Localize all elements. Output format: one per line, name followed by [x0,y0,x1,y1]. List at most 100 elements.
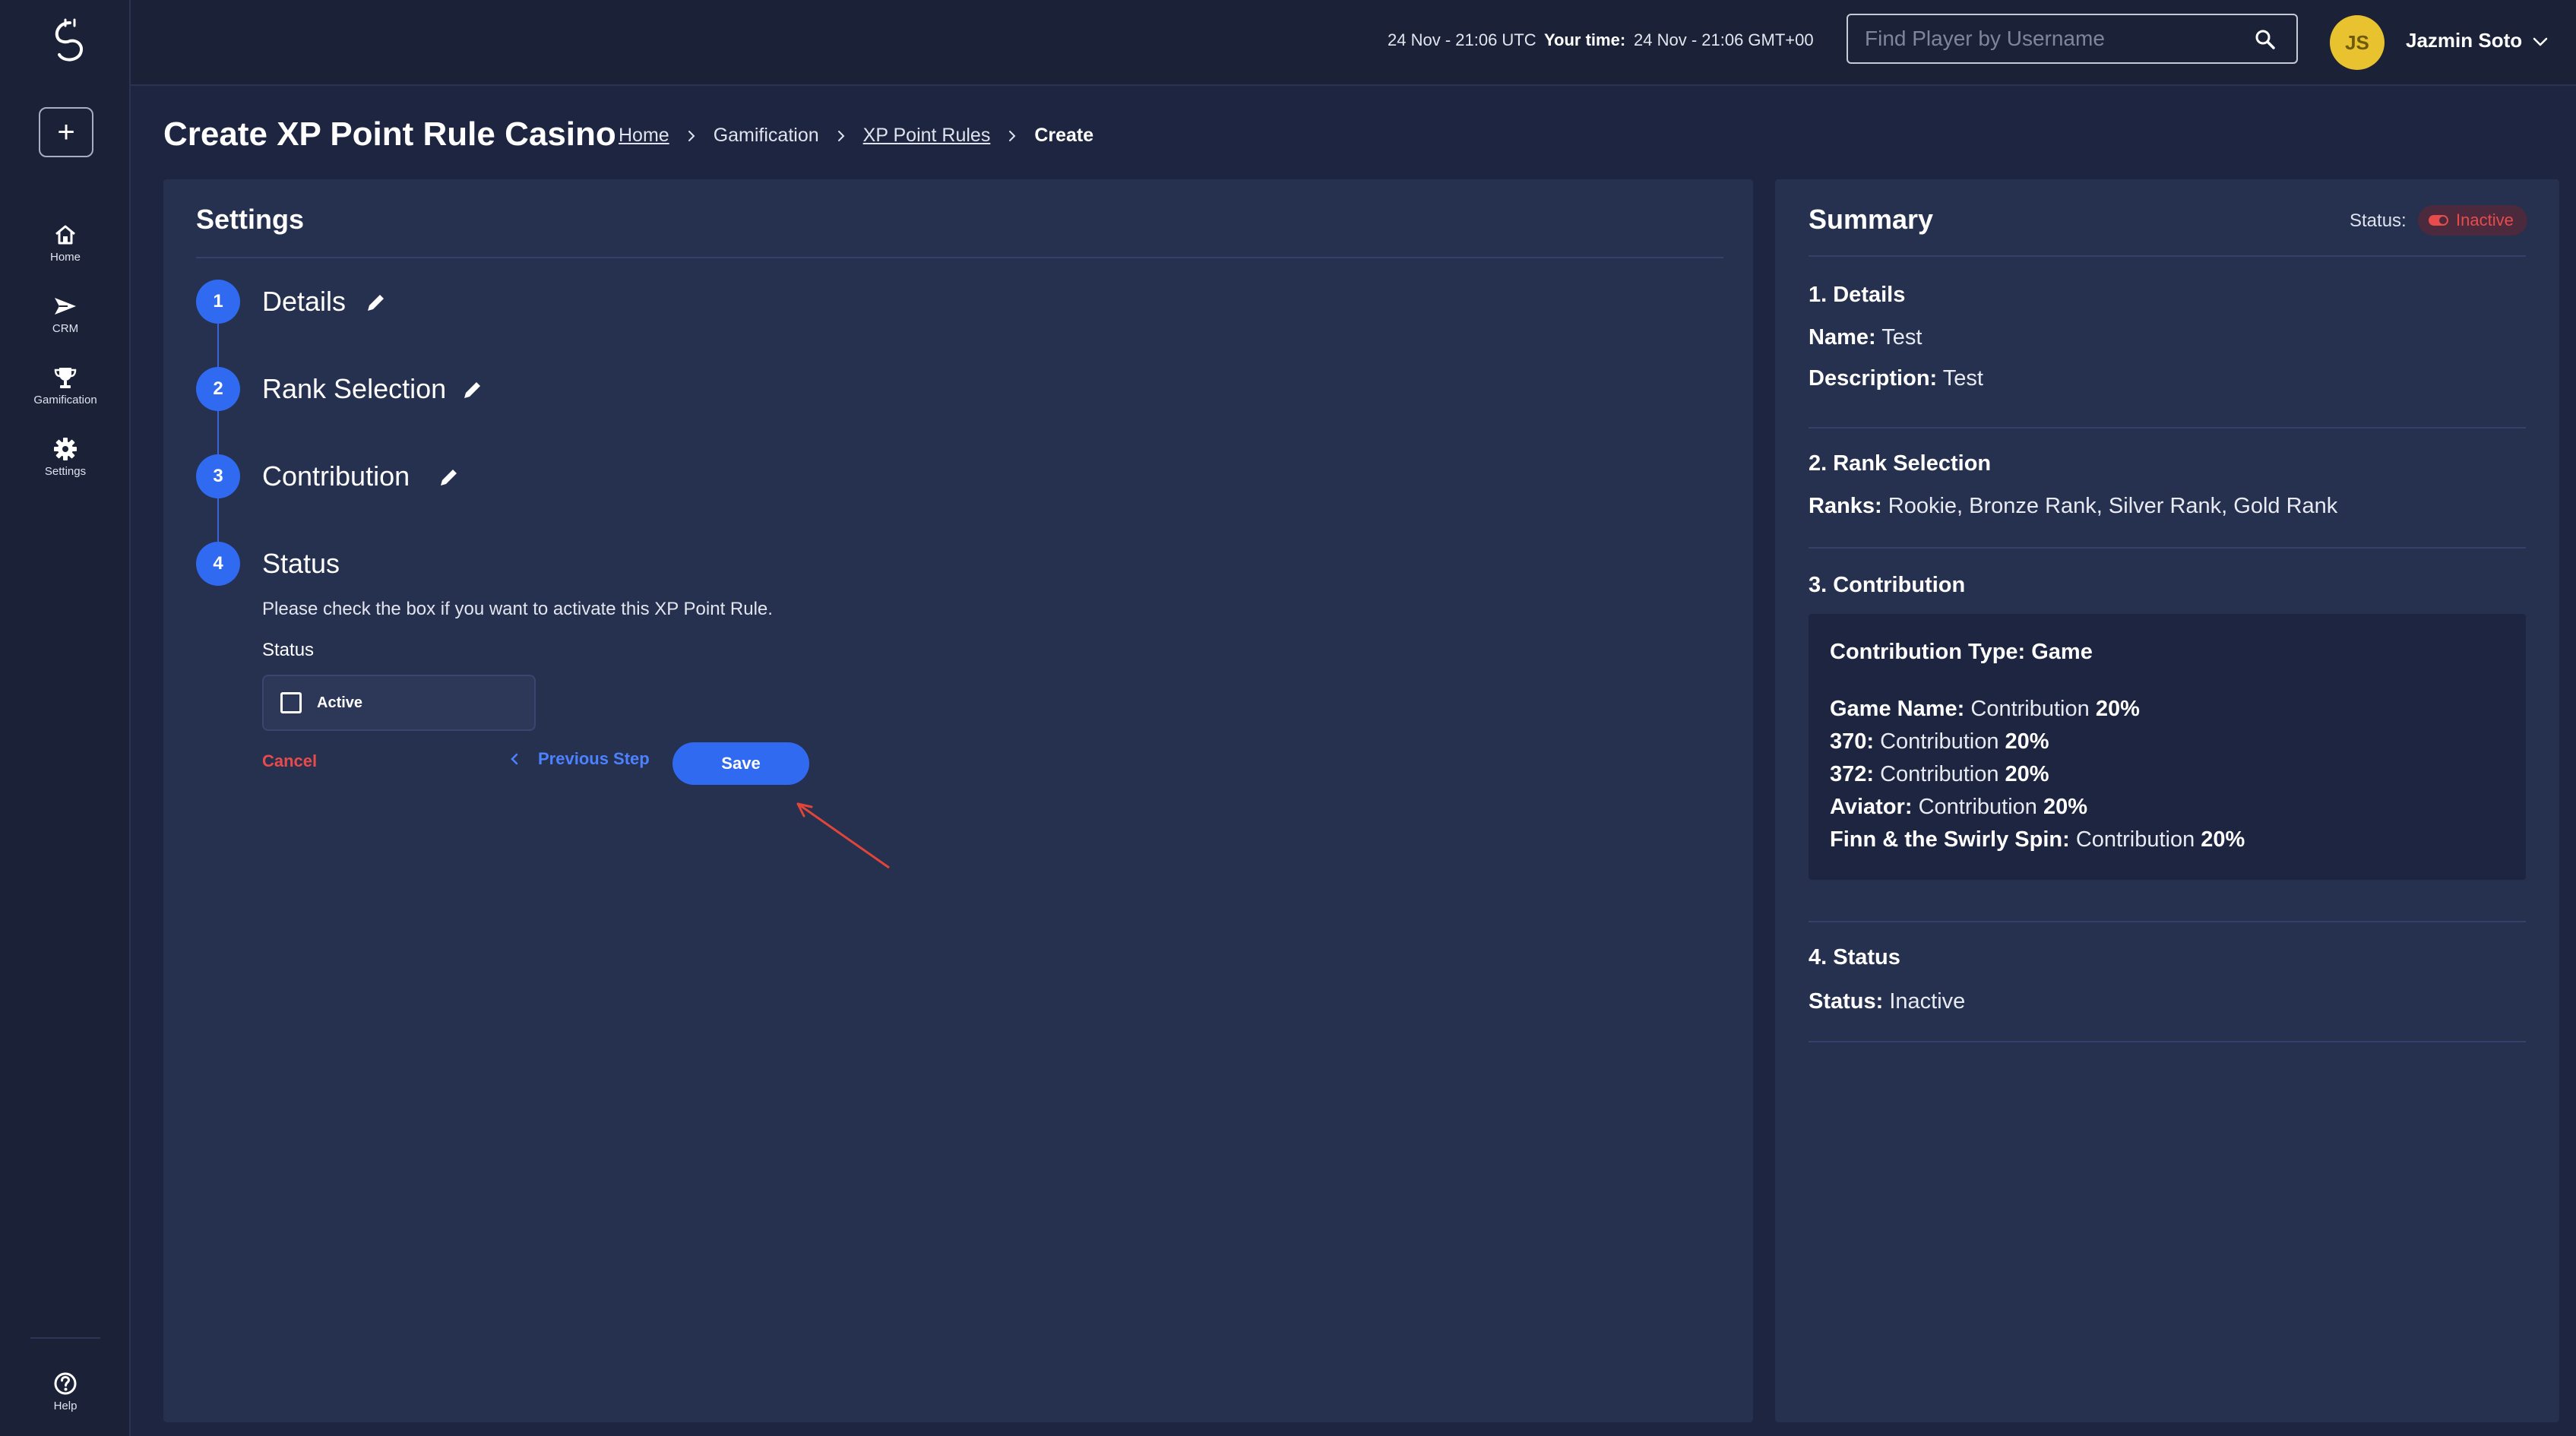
summary-ranks-row: Ranks: Rookie, Bronze Rank, Silver Rank,… [1809,494,2337,519]
breadcrumb-home[interactable]: Home [619,125,669,147]
edit-details-icon[interactable] [365,291,388,314]
help-icon [54,1372,77,1395]
summary-name-label: Name: [1809,325,1876,350]
sidebar-item-label: Home [49,251,81,264]
summary-divider [1809,547,2526,549]
summary-title: Summary [1809,204,1934,235]
summary-status-row: Status: Inactive [1809,989,1965,1014]
plus-icon: + [57,115,75,149]
summary-divider [1809,255,2526,257]
stepper-line [217,302,219,564]
search-icon[interactable] [2254,28,2277,51]
status-field-label: Status [262,640,315,660]
summary-divider [1809,1041,2526,1042]
step-4-title: Status [262,548,340,579]
status-description: Please check the box if you want to acti… [262,599,773,619]
chevron-right-icon [688,130,695,141]
list-item: 370: Contribution 20% [1830,726,2245,758]
settings-panel [163,179,1753,1422]
list-item: Game Name: Contribution 20% [1830,693,2245,726]
sidebar-item-gamification[interactable]: Gamification [0,365,131,406]
list-item: 372: Contribution 20% [1830,758,2245,791]
contribution-value: 20% [2201,827,2245,852]
breadcrumb: Home Gamification XP Point Rules Create [619,125,1093,147]
chevron-down-icon[interactable] [2530,32,2550,52]
status-badge: Inactive [2418,205,2527,236]
contribution-list: Game Name: Contribution 20% 370: Contrib… [1830,693,2245,856]
sidebar-item-label: Gamification [33,394,97,406]
active-checkbox[interactable] [280,692,302,713]
summary-details-heading: 1. Details [1809,283,1906,307]
contribution-game-name: 370: [1830,729,1875,754]
step-1-number: 1 [196,280,240,324]
status-badge-text: Inactive [2456,210,2514,229]
step-2-title[interactable]: Rank Selection [262,373,446,405]
summary-ranks-value: Rookie, Bronze Rank, Silver Rank, Gold R… [1888,494,2338,518]
toggle-off-icon [2429,215,2448,226]
summary-rank-heading: 2. Rank Selection [1809,451,1992,476]
contribution-prefix: Contribution [2075,827,2195,852]
step-3-title[interactable]: Contribution [262,460,410,492]
breadcrumb-gamification: Gamification [713,125,819,146]
step-1-title[interactable]: Details [262,286,346,318]
summary-description-value: Test [1942,366,1983,391]
contribution-box: Contribution Type: Game Game Name: Contr… [1809,614,2526,880]
edit-rank-selection-icon[interactable] [461,378,484,401]
contribution-type: Contribution Type: Game [1830,640,2093,664]
sidebar-item-home[interactable]: Home [0,222,131,264]
edit-contribution-icon[interactable] [438,466,460,489]
search-input[interactable] [1848,15,2296,62]
summary-name-value: Test [1881,325,1923,350]
contribution-prefix: Contribution [1970,697,2090,721]
contribution-value: 20% [2095,697,2140,721]
summary-ranks-label: Ranks: [1809,494,1882,518]
list-item: Aviator: Contribution 20% [1830,791,2245,824]
contribution-prefix: Contribution [1880,729,1999,754]
sidebar-item-settings[interactable]: Settings [0,436,131,478]
gear-icon [54,438,77,460]
summary-contribution-heading: 3. Contribution [1809,573,1966,597]
summary-divider [1809,921,2526,922]
settings-title: Settings [196,204,305,235]
user-name[interactable]: Jazmin Soto [2406,29,2522,52]
step-3-number: 3 [196,454,240,498]
home-icon [55,225,75,245]
contribution-prefix: Contribution [1880,762,1999,786]
chevron-right-icon [1009,130,1016,141]
add-button[interactable]: + [39,107,93,157]
save-button[interactable]: Save [672,742,809,785]
step-4-number: 4 [196,542,240,586]
sidebar: + Home CRM Gamification Settings Help [0,0,131,1436]
page-title: Create XP Point Rule Casino [163,115,616,153]
brand-logo-icon[interactable] [50,18,90,65]
contribution-prefix: Contribution [1918,795,2037,819]
contribution-value: 20% [2005,729,2049,754]
previous-step-button[interactable]: Previous Step [508,749,650,769]
sidebar-item-crm[interactable]: CRM [0,293,131,335]
contribution-value: 20% [2043,795,2088,819]
breadcrumb-xp-point-rules[interactable]: XP Point Rules [863,125,991,147]
player-search [1847,14,2298,64]
summary-divider [1809,427,2526,429]
annotation-arrow-icon [796,802,890,869]
avatar[interactable]: JS [2330,15,2385,70]
chevron-right-icon [837,130,845,141]
sidebar-item-label: Help [53,1400,78,1412]
summary-status-row-label: Status: [1809,989,1884,1014]
sidebar-divider [30,1337,100,1339]
summary-status-heading: 4. Status [1809,945,1900,969]
previous-step-label: Previous Step [538,749,650,768]
active-checkbox-label[interactable]: Active [317,694,362,712]
summary-description-label: Description: [1809,366,1938,391]
your-time-label: Your time: [1544,30,1626,49]
status-checkbox-field[interactable]: Active [262,675,536,731]
breadcrumb-current: Create [1034,125,1094,146]
contribution-game-name: 372: [1830,762,1875,786]
server-time: 24 Nov - 21:06 UTC [1388,30,1536,49]
cancel-button[interactable]: Cancel [262,751,317,771]
contribution-game-name: Finn & the Swirly Spin: [1830,827,2070,852]
sidebar-item-help[interactable]: Help [0,1371,131,1412]
summary-name-row: Name: Test [1809,325,1922,350]
step-2-number: 2 [196,367,240,411]
sidebar-item-label: CRM [52,322,79,335]
